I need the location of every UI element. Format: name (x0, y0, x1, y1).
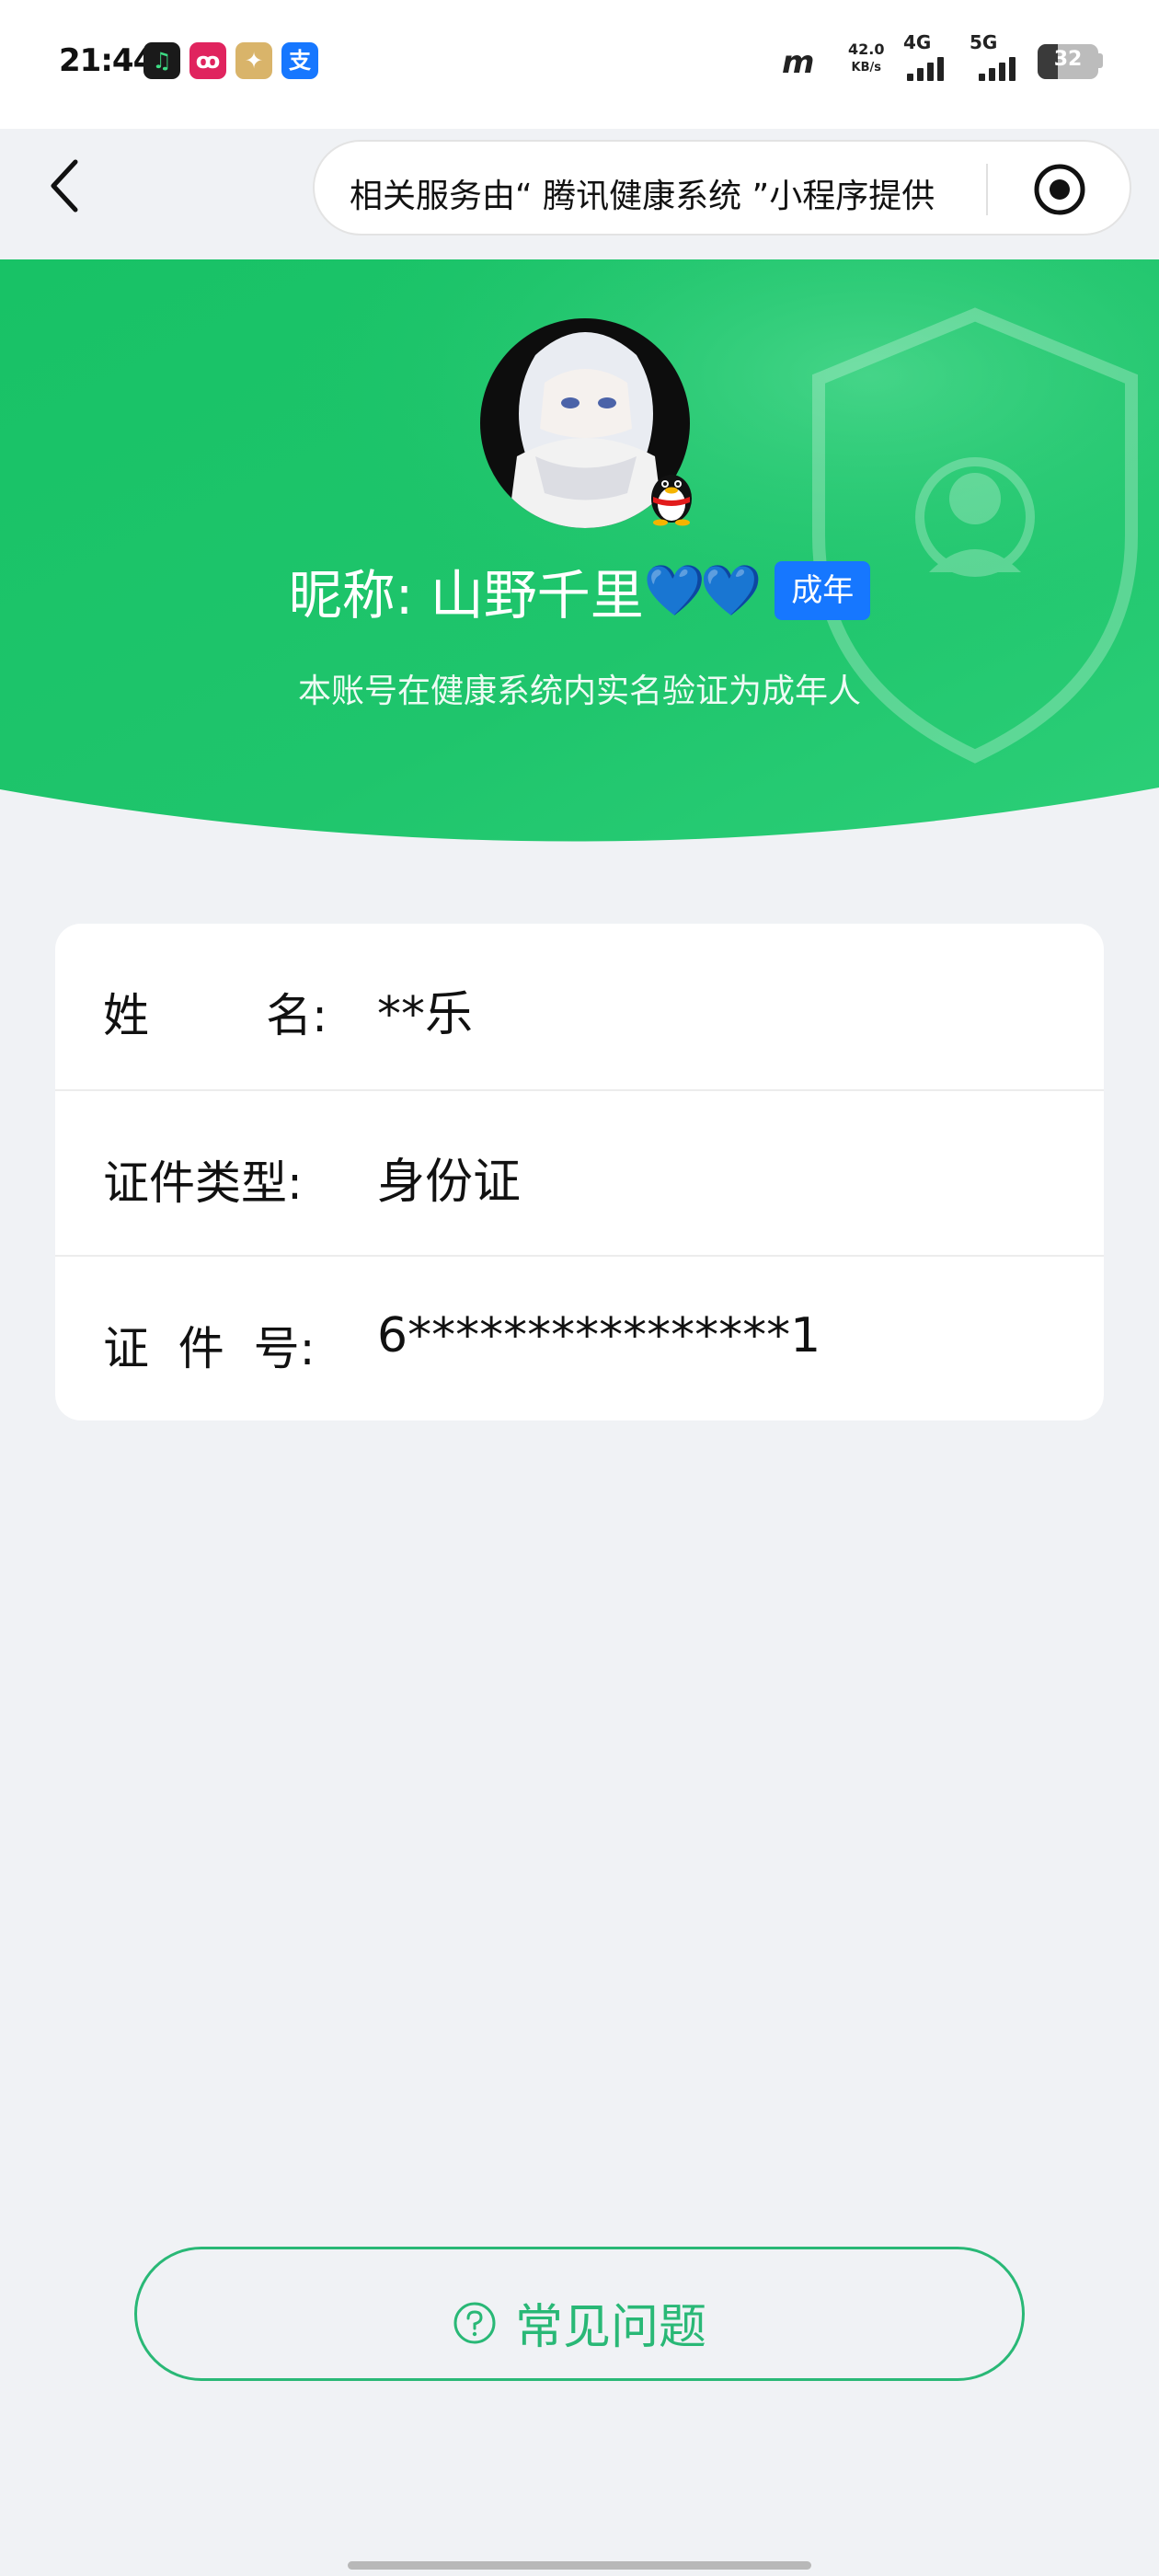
info-label: 姓 名: (103, 989, 327, 1042)
provider-notice[interactable]: 相关服务由“ 腾讯健康系统 ”小程序提供 (350, 169, 935, 217)
battery-tip (1098, 53, 1103, 68)
blue-heart-icon: 💙💙 (643, 561, 763, 619)
help-circle-icon (453, 2302, 496, 2343)
nickname-row: 昵称: 山野千里💙💙 成年 (0, 552, 1159, 629)
nickname: 昵称: 山野千里 (288, 564, 644, 627)
info-label: 证件类型: (103, 1156, 303, 1210)
status-time: 21:44 (59, 42, 155, 79)
info-row-name: 姓 名: **乐 (55, 924, 1104, 1089)
battery-icon: 32 (1038, 44, 1098, 79)
qq-penguin-icon (646, 462, 697, 526)
network-speed-value: 42.0 (848, 40, 885, 58)
faq-label: 常见问题 (514, 2300, 706, 2355)
info-value-id-type: 身份证 (377, 1155, 522, 1210)
capsule-divider (986, 164, 988, 215)
signal-bars-icon (907, 57, 944, 81)
hyperos-logo-icon: m (782, 44, 814, 81)
adult-badge: 成年 (775, 561, 871, 620)
mini-program-capsule: 相关服务由“ 腾讯健康系统 ”小程序提供 (313, 140, 1131, 236)
target-icon (1034, 164, 1085, 215)
back-button[interactable] (48, 158, 85, 213)
home-indicator[interactable] (348, 2561, 811, 2570)
info-label: 证 件 号: (103, 1322, 316, 1375)
game-app-icon: ✦ (235, 42, 272, 79)
network-speed-unit: KB/s (851, 61, 881, 75)
signal-bars-icon (979, 57, 1016, 81)
signal-4g: 4G (903, 31, 958, 83)
info-value-name: **乐 (377, 987, 474, 1042)
info-value-id-number: 6****************1 (377, 1308, 821, 1363)
faq-button-content: 常见问题 (137, 2288, 1022, 2357)
alipay-app-icon: 支 (281, 42, 318, 79)
battery-level: 32 (1053, 48, 1083, 71)
network-speed: 42.0 KB/s (848, 40, 884, 86)
signal-5g: 5G (970, 31, 1030, 83)
faq-button[interactable]: 常见问题 (134, 2247, 1025, 2381)
music-app-icon: ♫ (143, 42, 180, 79)
screen: 21:44 ♫ ꝏ ✦ 支 m 42.0 KB/s 4G 5G 32 相关服务由… (0, 0, 1159, 2576)
network-type-4g: 4G (903, 31, 932, 53)
chevron-left-icon (51, 159, 78, 213)
close-mini-program-button[interactable] (1032, 162, 1087, 217)
status-bar: 21:44 ♫ ꝏ ✦ 支 m 42.0 KB/s 4G 5G 32 (0, 0, 1159, 129)
identity-info-card: 姓 名: **乐 证件类型: 身份证 证 件 号: 6*************… (55, 924, 1104, 1420)
info-row-id-number: 证 件 号: 6****************1 (55, 1255, 1104, 1420)
info-row-id-type: 证件类型: 身份证 (55, 1089, 1104, 1255)
verification-description: 本账号在健康系统内实名验证为成年人 (297, 673, 861, 710)
network-type-5g: 5G (970, 31, 998, 53)
social-app-icon: ꝏ (189, 42, 226, 79)
